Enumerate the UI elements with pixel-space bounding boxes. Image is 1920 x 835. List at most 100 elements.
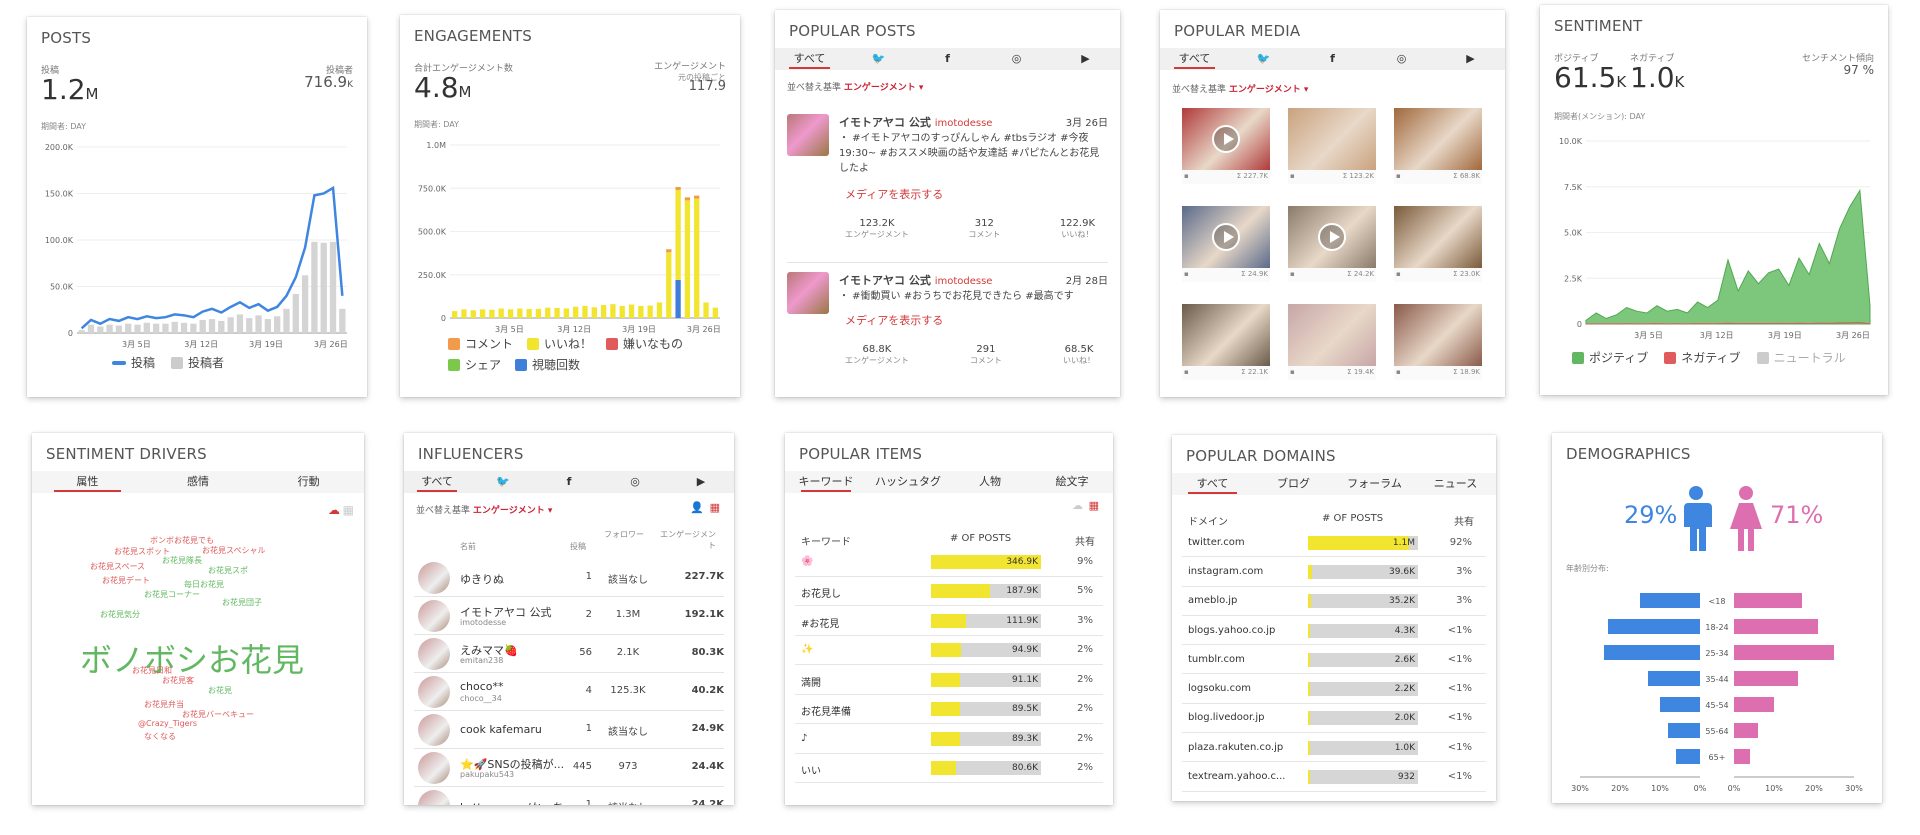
influencer-row[interactable]: ゆきりぬ 1 該当なし 227.7K xyxy=(414,559,724,597)
row-label[interactable]: #お花見 xyxy=(801,615,839,630)
twitter-icon[interactable]: 🐦 xyxy=(844,48,913,70)
legend-share[interactable]: シェア xyxy=(448,356,501,373)
table-row[interactable]: blog.livedoor.jp 2.0K <1% xyxy=(1182,704,1486,734)
table-view-icon[interactable]: ▦ xyxy=(1089,499,1099,512)
table-row[interactable]: ✨ 94.9K 2% xyxy=(795,636,1103,665)
media-item[interactable]: ▪ Σ 227.7K xyxy=(1182,108,1270,188)
instagram-icon[interactable]: ◎ xyxy=(1367,48,1436,70)
row-label[interactable]: ♪ xyxy=(801,733,807,744)
avatar[interactable] xyxy=(418,638,450,670)
sort-value[interactable]: エンゲージメント ▾ xyxy=(844,83,923,93)
row-label[interactable]: instagram.com xyxy=(1188,566,1263,577)
word-cloud-term[interactable]: お花見スポ xyxy=(208,565,248,576)
youtube-icon[interactable]: ▶ xyxy=(668,471,734,493)
table-row[interactable]: logsoku.com 2.2K <1% xyxy=(1182,675,1486,704)
row-label[interactable]: textream.yahoo.c... xyxy=(1188,771,1286,782)
table-row[interactable]: 🌸 346.9K 9% xyxy=(795,547,1103,577)
legend-negative[interactable]: ネガティブ xyxy=(1664,349,1741,366)
row-label[interactable]: ameblo.jp xyxy=(1188,595,1237,606)
youtube-icon[interactable]: ▶ xyxy=(1051,48,1120,70)
influencer-row[interactable]: ⭐🚀SNSの投稿が... pakupaku543 445 973 24.4K xyxy=(414,749,724,787)
sort-value[interactable]: エンゲージメント ▾ xyxy=(1229,85,1308,95)
tab-all[interactable]: すべて xyxy=(775,48,844,70)
influencer-row[interactable]: えみママ🍓 emitan238 56 2.1K 80.3K xyxy=(414,635,724,673)
influencer-name[interactable]: cook kafemaru xyxy=(460,723,542,736)
legend-like[interactable]: いいね！ xyxy=(527,335,592,352)
table-row[interactable]: plaza.rakuten.co.jp 1.0K <1% xyxy=(1182,733,1486,763)
influencer-name[interactable]: choco** xyxy=(460,680,504,693)
facebook-icon[interactable]: f xyxy=(913,48,982,70)
table-view-icon[interactable]: ▦ xyxy=(710,501,720,514)
post-item-2[interactable]: イモトアヤコ 公式 imotodesse 2月 28日 ・ #衝動買い #おうち… xyxy=(787,272,1108,392)
media-item[interactable]: ▪ Σ 18.9K xyxy=(1394,304,1482,384)
row-label[interactable]: お花見し xyxy=(801,585,841,600)
legend-neutral[interactable]: ニュートラル xyxy=(1756,349,1846,366)
avatar[interactable] xyxy=(418,790,450,805)
table-row[interactable]: #お花見 111.9K 3% xyxy=(795,606,1103,636)
word-cloud-term[interactable]: お花見 xyxy=(208,685,232,696)
user-icon[interactable]: 👤 xyxy=(690,501,704,514)
media-item[interactable]: ▪ Σ 24.2K xyxy=(1288,206,1376,286)
row-label[interactable]: blogs.yahoo.co.jp xyxy=(1188,625,1275,636)
post-item-1[interactable]: イモトアヤコ 公式 imotodesse 3月 26日 ・ #イモトアヤコのすっ… xyxy=(787,114,1108,264)
row-label[interactable]: blog.livedoor.jp xyxy=(1188,712,1264,723)
media-item[interactable]: ▪ Σ 22.1K xyxy=(1182,304,1270,384)
popular-media-sort[interactable]: 並べ替え基準 エンゲージメント ▾ xyxy=(1172,82,1308,95)
media-item[interactable]: ▪ Σ 123.2K xyxy=(1288,108,1376,188)
tab-attribute[interactable]: 属性 xyxy=(32,471,143,493)
tab-emoji[interactable]: 絵文字 xyxy=(1031,471,1113,493)
instagram-icon[interactable]: ◎ xyxy=(982,48,1051,70)
play-icon[interactable] xyxy=(1212,125,1240,153)
tab-all[interactable]: すべて xyxy=(1172,473,1253,495)
row-label[interactable]: ✨ xyxy=(801,644,813,655)
word-cloud-term[interactable]: お花見スペース xyxy=(90,561,145,572)
influencer-row[interactable]: イモトアヤコ 公式 imotodesse 2 1.3M 192.1K xyxy=(414,597,724,635)
word-cloud-term[interactable]: お花見デート xyxy=(102,575,150,586)
influencer-row[interactable]: kattyanneru/かっち... 1 該当なし 24.2K xyxy=(414,787,724,805)
media-item[interactable]: ▪ Σ 19.4K xyxy=(1288,304,1376,384)
table-row[interactable]: ♪ 89.3K 2% xyxy=(795,724,1103,754)
table-row[interactable]: いい 80.6K 2% xyxy=(795,754,1103,783)
post-thumbnail[interactable] xyxy=(787,114,829,156)
row-label[interactable]: twitter.com xyxy=(1188,537,1245,548)
media-item[interactable]: ▪ Σ 23.0K xyxy=(1394,206,1482,286)
table-row[interactable]: blogs.yahoo.co.jp 4.3K <1% xyxy=(1182,616,1486,646)
legend-comment[interactable]: コメント xyxy=(448,335,513,352)
instagram-icon[interactable]: ◎ xyxy=(602,471,668,493)
word-cloud-term[interactable]: @Crazy_Tigers xyxy=(138,719,197,728)
twitter-icon[interactable]: 🐦 xyxy=(1229,48,1298,70)
influencer-row[interactable]: cook kafemaru 1 該当なし 24.9K xyxy=(414,711,724,749)
play-icon[interactable] xyxy=(1212,223,1240,251)
tab-person[interactable]: 人物 xyxy=(949,471,1031,493)
row-label[interactable]: 満開 xyxy=(801,674,821,689)
play-icon[interactable] xyxy=(1318,223,1346,251)
table-row[interactable]: textream.yahoo.c... 932 <1% xyxy=(1182,762,1486,792)
tab-forum[interactable]: フォーラム xyxy=(1334,473,1415,495)
cloud-view-icon[interactable]: ☁ xyxy=(328,503,340,517)
post-thumbnail[interactable] xyxy=(787,272,829,314)
popular-posts-sort[interactable]: 並べ替え基準 エンゲージメント ▾ xyxy=(787,80,923,93)
table-row[interactable]: ameblo.jp 35.2K 3% xyxy=(1182,587,1486,616)
influencer-name[interactable]: ゆきりぬ xyxy=(460,571,504,587)
media-thumbnail[interactable] xyxy=(1394,206,1482,268)
avatar[interactable] xyxy=(418,676,450,708)
influencer-name[interactable]: kattyanneru/かっち... xyxy=(460,799,574,805)
avatar[interactable] xyxy=(418,752,450,784)
legend-posts[interactable]: 投稿 xyxy=(112,354,155,371)
tab-keyword[interactable]: キーワード xyxy=(785,471,867,493)
show-media-link[interactable]: メディアを表示する xyxy=(845,186,943,202)
tab-emotion[interactable]: 感情 xyxy=(143,471,254,493)
avatar[interactable] xyxy=(418,562,450,594)
table-view-icon[interactable]: ▦ xyxy=(343,503,354,517)
table-row[interactable]: 満開 91.1K 2% xyxy=(795,665,1103,695)
word-cloud-term[interactable]: お花見スペシャル xyxy=(202,545,265,556)
tab-all[interactable]: すべて xyxy=(1160,48,1229,70)
twitter-icon[interactable]: 🐦 xyxy=(470,471,536,493)
word-cloud-term[interactable]: なくなる xyxy=(144,731,176,742)
tab-blog[interactable]: ブログ xyxy=(1253,473,1334,495)
table-row[interactable]: twitter.com 1.1M 92% xyxy=(1182,528,1486,558)
media-thumbnail[interactable] xyxy=(1182,304,1270,366)
word-cloud-term[interactable]: お花見隊長 xyxy=(162,555,202,566)
media-thumbnail[interactable] xyxy=(1288,304,1376,366)
word-cloud-term[interactable]: お花見コーナー xyxy=(144,589,200,600)
